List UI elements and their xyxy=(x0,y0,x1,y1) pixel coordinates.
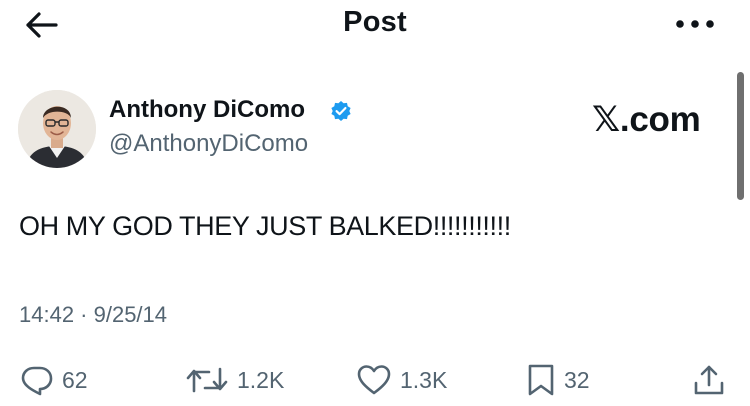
reply-icon xyxy=(20,363,54,397)
author-handle[interactable]: @AnthonyDiComo xyxy=(109,130,308,158)
top-bar: Post xyxy=(0,0,750,50)
share-icon xyxy=(692,363,726,397)
watermark: 𝕏.com xyxy=(592,100,701,139)
bookmark-icon xyxy=(526,363,556,397)
reply-count: 62 xyxy=(62,366,88,393)
scrollbar[interactable] xyxy=(737,72,744,200)
tweet-text: OH MY GOD THEY JUST BALKED!!!!!!!!!!! xyxy=(19,211,511,241)
like-count: 1.3K xyxy=(400,366,448,393)
heart-icon xyxy=(356,363,392,397)
page-title: Post xyxy=(343,6,407,38)
verified-badge-icon xyxy=(330,100,352,122)
author-name[interactable]: Anthony DiComo xyxy=(109,96,305,124)
like-button[interactable]: 1.3K xyxy=(356,360,447,400)
bookmark-count: 32 xyxy=(564,366,590,393)
timestamp[interactable]: 14:42 · 9/25/14 xyxy=(19,302,167,328)
repost-icon xyxy=(185,363,229,397)
more-options-icon[interactable] xyxy=(672,12,718,36)
repost-count: 1.2K xyxy=(237,366,285,393)
share-button[interactable] xyxy=(692,360,726,400)
avatar[interactable] xyxy=(18,90,96,168)
reply-button[interactable]: 62 xyxy=(20,360,88,400)
repost-button[interactable]: 1.2K xyxy=(185,360,284,400)
bookmark-button[interactable]: 32 xyxy=(526,360,590,400)
